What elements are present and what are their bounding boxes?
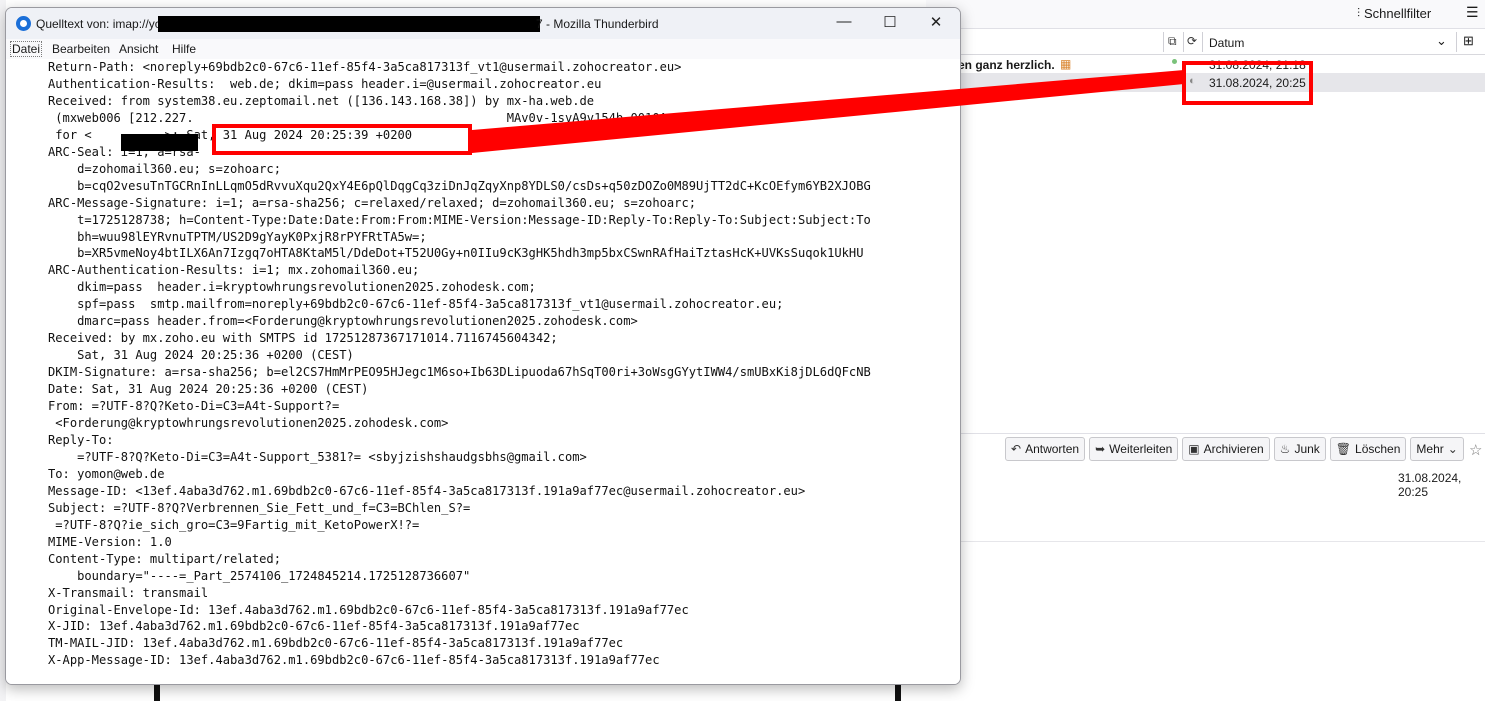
annotation-highlight-received-date: [212, 124, 472, 155]
annotation-highlight-list-date: [1182, 61, 1313, 105]
annotation-connector-arrow: [472, 70, 1184, 153]
